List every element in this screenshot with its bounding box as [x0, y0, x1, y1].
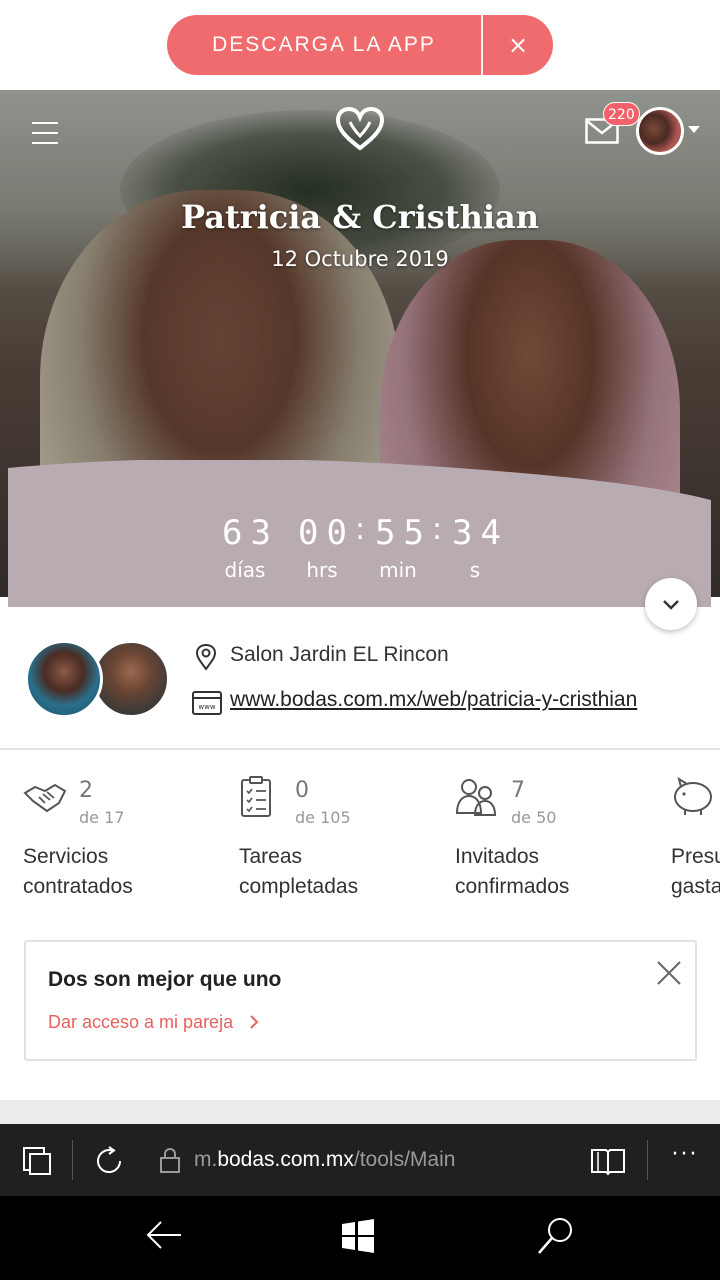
stat-value: 7: [511, 778, 525, 803]
expand-button[interactable]: [645, 578, 697, 630]
tabs-icon[interactable]: [22, 1146, 52, 1176]
more-options-icon[interactable]: ···: [670, 1142, 700, 1172]
stat-value: 0: [295, 778, 309, 803]
svg-text:www: www: [198, 703, 215, 711]
card-title: Dos son mejor que uno: [48, 968, 282, 991]
stat-total: de 50: [511, 808, 557, 827]
handshake-icon: [23, 783, 67, 813]
chevron-down-icon[interactable]: [688, 126, 700, 133]
stat-label: Invitados confirmados: [455, 845, 570, 898]
mail-count-badge: 220: [603, 102, 640, 126]
toolbar-separator: [647, 1140, 648, 1180]
section-gap: [0, 1100, 720, 1124]
close-icon[interactable]: [656, 960, 682, 986]
refresh-icon[interactable]: [92, 1144, 126, 1178]
countdown-colon: :: [432, 512, 443, 547]
user-avatar[interactable]: [636, 107, 684, 155]
bodas-heart-logo-icon[interactable]: [334, 106, 386, 152]
partner-access-link[interactable]: Dar acceso a mi pareja: [48, 1012, 262, 1033]
wedding-date: 12 Octubre 2019: [271, 247, 449, 271]
close-banner-button[interactable]: ×: [483, 15, 553, 75]
browser-toolbar: m.bodas.com.mx/tools/Main ···: [0, 1124, 720, 1196]
section-divider: [0, 748, 720, 750]
countdown-days-label: días: [224, 558, 266, 582]
banner-separator: [481, 15, 483, 75]
hamburger-menu-icon[interactable]: [32, 122, 60, 146]
countdown-seconds: 34: [452, 513, 509, 553]
countdown-minutes: 55: [375, 513, 432, 553]
stat-label: Tareas completadas: [239, 845, 359, 898]
toolbar-separator: [72, 1140, 73, 1180]
guests-icon: [455, 779, 497, 816]
os-navigation-bar: [0, 1196, 720, 1280]
website-icon: www: [192, 691, 222, 715]
countdown-seconds-label: s: [469, 558, 481, 582]
stat-label: Servicios contratados: [23, 845, 133, 898]
reading-view-icon[interactable]: [590, 1146, 626, 1176]
location-pin-icon: [195, 643, 217, 671]
checklist-icon: [241, 776, 271, 817]
stat-total: de 105: [295, 808, 351, 827]
partner-access-card: Dos son mejor que uno Dar acceso a mi pa…: [24, 940, 697, 1061]
app-download-banner: DESCARGA LA APP ×: [0, 0, 720, 90]
wedding-website-link[interactable]: www.bodas.com.mx/web/patricia-y-cristhia…: [230, 688, 637, 712]
stat-label: Presugasta: [671, 845, 720, 898]
groom-avatar: [92, 640, 170, 718]
address-bar[interactable]: m.bodas.com.mx/tools/Main: [194, 1148, 455, 1172]
download-app-pill: DESCARGA LA APP ×: [167, 15, 553, 75]
stat-value: 2: [79, 778, 93, 803]
countdown-days: 63: [222, 513, 279, 553]
back-arrow-icon[interactable]: [145, 1218, 183, 1252]
piggy-bank-icon: [674, 776, 712, 815]
countdown-minutes-label: min: [379, 558, 417, 582]
venue-name: Salon Jardin EL Rincon: [230, 643, 449, 666]
download-app-button[interactable]: DESCARGA LA APP: [167, 33, 481, 57]
bride-avatar: [25, 640, 103, 718]
countdown-hours-label: hrs: [306, 558, 338, 582]
search-icon[interactable]: [536, 1216, 574, 1256]
windows-start-icon[interactable]: [340, 1218, 376, 1254]
chevron-down-icon: [663, 600, 679, 610]
countdown-hours: 00: [298, 513, 355, 553]
countdown-colon: :: [355, 512, 366, 547]
lock-icon: [160, 1148, 180, 1173]
couple-names: Patricia & Cristhian: [181, 198, 539, 236]
stat-total: de 17: [79, 808, 125, 827]
chevron-right-icon: [250, 1015, 259, 1029]
